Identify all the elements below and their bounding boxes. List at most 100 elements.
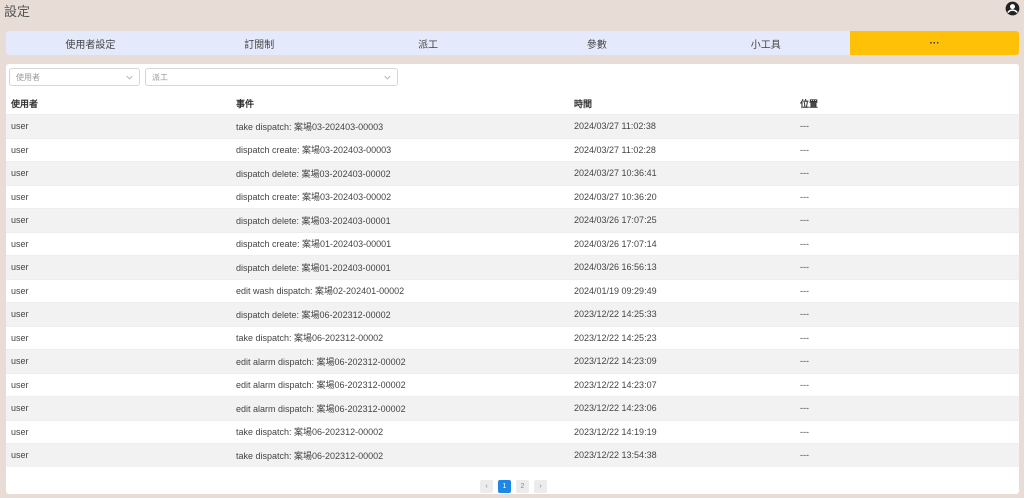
table-row[interactable]: user edit alarm dispatch: 案場06-202312-000… <box>6 349 1019 373</box>
settings-tab-bar: 使用者設定 訂閱制 派工 參數 小工具 ··· <box>6 31 1019 55</box>
page-title: 設定 <box>4 4 31 19</box>
cell-event: edit alarm dispatch: 案場06-202312-00002 <box>236 380 406 391</box>
table-row[interactable]: user dispatch delete: 案場03-202403-00002 20… <box>6 161 1019 185</box>
account-circle-icon[interactable] <box>1005 1 1020 16</box>
table-row[interactable]: user edit alarm dispatch: 案場06-202312-000… <box>6 372 1019 397</box>
cell-event: dispatch create: 案場03-202403-00002 <box>236 192 392 203</box>
cell-location: --- <box>800 144 809 155</box>
cell-time: 2024/03/27 10:36:41 <box>574 168 657 179</box>
cell-location: --- <box>800 285 809 296</box>
user-filter-select[interactable]: 使用者 <box>9 68 140 86</box>
cell-event: take dispatch: 案場06-202312-00002 <box>236 450 384 461</box>
tab-more[interactable]: ··· <box>850 31 1019 55</box>
cell-user: user <box>11 191 29 202</box>
tab-user-settings[interactable]: 使用者設定 <box>6 31 175 55</box>
tab-tools[interactable]: 小工具 <box>681 31 850 55</box>
cell-time: 2023/12/22 14:23:06 <box>574 403 657 414</box>
cell-time: 2023/12/22 14:23:09 <box>574 356 657 367</box>
cell-event: take dispatch: 案場03-202403-00003 <box>236 121 384 132</box>
cell-location: --- <box>800 356 809 367</box>
cell-time: 2023/12/22 14:25:23 <box>574 332 657 343</box>
top-bar: 設定 <box>0 0 1024 22</box>
cell-event: edit wash dispatch: 案場02-202401-00002 <box>236 286 405 297</box>
cell-time: 2024/01/19 09:29:49 <box>574 285 657 296</box>
table-row[interactable]: user dispatch delete: 案場01-202403-00001 20… <box>6 255 1019 279</box>
cell-user: user <box>11 309 29 320</box>
cell-event: take dispatch: 案場06-202312-00002 <box>236 333 384 344</box>
type-filter-select[interactable]: 派工 <box>145 68 398 86</box>
cell-location: --- <box>800 191 809 202</box>
cell-time: 2023/12/22 14:25:33 <box>574 309 657 320</box>
table-row[interactable]: user take dispatch: 案場06-202312-00002 2023… <box>6 325 1019 350</box>
cell-time: 2023/12/22 14:19:19 <box>574 426 657 437</box>
filter-bar: 使用者 派工 <box>9 68 398 87</box>
cell-time: 2024/03/26 17:07:25 <box>574 215 657 226</box>
tab-dispatch[interactable]: 派工 <box>344 31 513 55</box>
column-header-user[interactable]: 使用者 <box>6 97 231 110</box>
cell-location: --- <box>800 168 809 179</box>
table-row[interactable]: user dispatch delete: 案場03-202403-00001 20… <box>6 208 1019 232</box>
user-filter-value: 使用者 <box>16 72 40 82</box>
cell-time: 2024/03/26 16:56:13 <box>574 262 657 273</box>
table-row[interactable]: user dispatch delete: 案場06-202312-00002 20… <box>6 302 1019 326</box>
cell-location: --- <box>800 262 809 273</box>
cell-event: edit alarm dispatch: 案場06-202312-00002 <box>236 403 406 414</box>
cell-user: user <box>11 238 29 249</box>
column-header-event[interactable]: 事件 <box>231 97 569 110</box>
cell-time: 2024/03/26 17:07:14 <box>574 238 657 249</box>
table-header: 使用者 事件 時間 位置 <box>6 92 1019 114</box>
prev-page-button[interactable]: ‹ <box>480 480 493 493</box>
cell-event: dispatch delete: 案場06-202312-00002 <box>236 309 391 320</box>
page-button-2[interactable]: 2 <box>516 480 529 493</box>
cell-event: dispatch delete: 案場03-202403-00001 <box>236 215 391 226</box>
column-header-location[interactable]: 位置 <box>795 97 1019 110</box>
column-header-time[interactable]: 時間 <box>569 97 795 110</box>
table-row[interactable]: user edit wash dispatch: 案場02-202401-0000… <box>6 278 1019 303</box>
cell-user: user <box>11 262 29 273</box>
chevron-down-icon <box>384 75 391 80</box>
cell-event: dispatch delete: 案場03-202403-00002 <box>236 168 391 179</box>
cell-time: 2024/03/27 11:02:38 <box>574 121 656 132</box>
cell-user: user <box>11 450 29 461</box>
cell-user: user <box>11 356 29 367</box>
cell-user: user <box>11 121 29 132</box>
cell-time: 2024/03/27 11:02:28 <box>574 144 656 155</box>
cell-user: user <box>11 426 29 437</box>
cell-user: user <box>11 168 29 179</box>
next-page-button[interactable]: › <box>534 480 547 493</box>
table-row[interactable]: user dispatch create: 案場03-202403-00003 20… <box>6 137 1019 162</box>
table-row[interactable]: user dispatch create: 案場01-202403-00001 20… <box>6 231 1019 256</box>
cell-user: user <box>11 144 29 155</box>
tab-subscription[interactable]: 訂閱制 <box>175 31 344 55</box>
cell-location: --- <box>800 426 809 437</box>
cell-event: dispatch delete: 案場01-202403-00001 <box>236 262 391 273</box>
cell-time: 2023/12/22 13:54:38 <box>574 450 657 461</box>
cell-location: --- <box>800 309 809 320</box>
cell-location: --- <box>800 121 809 132</box>
table-row[interactable]: user take dispatch: 案場06-202312-00002 2023… <box>6 443 1019 467</box>
cell-event: take dispatch: 案場06-202312-00002 <box>236 427 384 438</box>
table-row[interactable]: user edit alarm dispatch: 案場06-202312-000… <box>6 396 1019 420</box>
cell-user: user <box>11 379 29 390</box>
table-row[interactable]: user dispatch create: 案場03-202403-00002 20… <box>6 184 1019 209</box>
cell-time: 2023/12/22 14:23:07 <box>574 379 657 390</box>
type-filter-value: 派工 <box>152 72 168 82</box>
tab-parameters[interactable]: 參數 <box>512 31 681 55</box>
cell-location: --- <box>800 332 809 343</box>
chevron-down-icon <box>126 75 133 80</box>
cell-user: user <box>11 332 29 343</box>
cell-event: edit alarm dispatch: 案場06-202312-00002 <box>236 356 406 367</box>
page-button-1[interactable]: 1 <box>498 480 511 493</box>
cell-location: --- <box>800 379 809 390</box>
table-row[interactable]: user take dispatch: 案場03-202403-00003 2024… <box>6 114 1019 138</box>
pagination: ‹ 1 2 › <box>480 480 547 494</box>
cell-user: user <box>11 215 29 226</box>
cell-location: --- <box>800 450 809 461</box>
cell-event: dispatch create: 案場01-202403-00001 <box>236 239 392 250</box>
cell-time: 2024/03/27 10:36:20 <box>574 191 657 202</box>
table-body: user take dispatch: 案場03-202403-00003 2024… <box>6 114 1019 467</box>
cell-event: dispatch create: 案場03-202403-00003 <box>236 145 392 156</box>
table-row[interactable]: user take dispatch: 案場06-202312-00002 2023… <box>6 419 1019 444</box>
cell-user: user <box>11 285 29 296</box>
cell-location: --- <box>800 238 809 249</box>
